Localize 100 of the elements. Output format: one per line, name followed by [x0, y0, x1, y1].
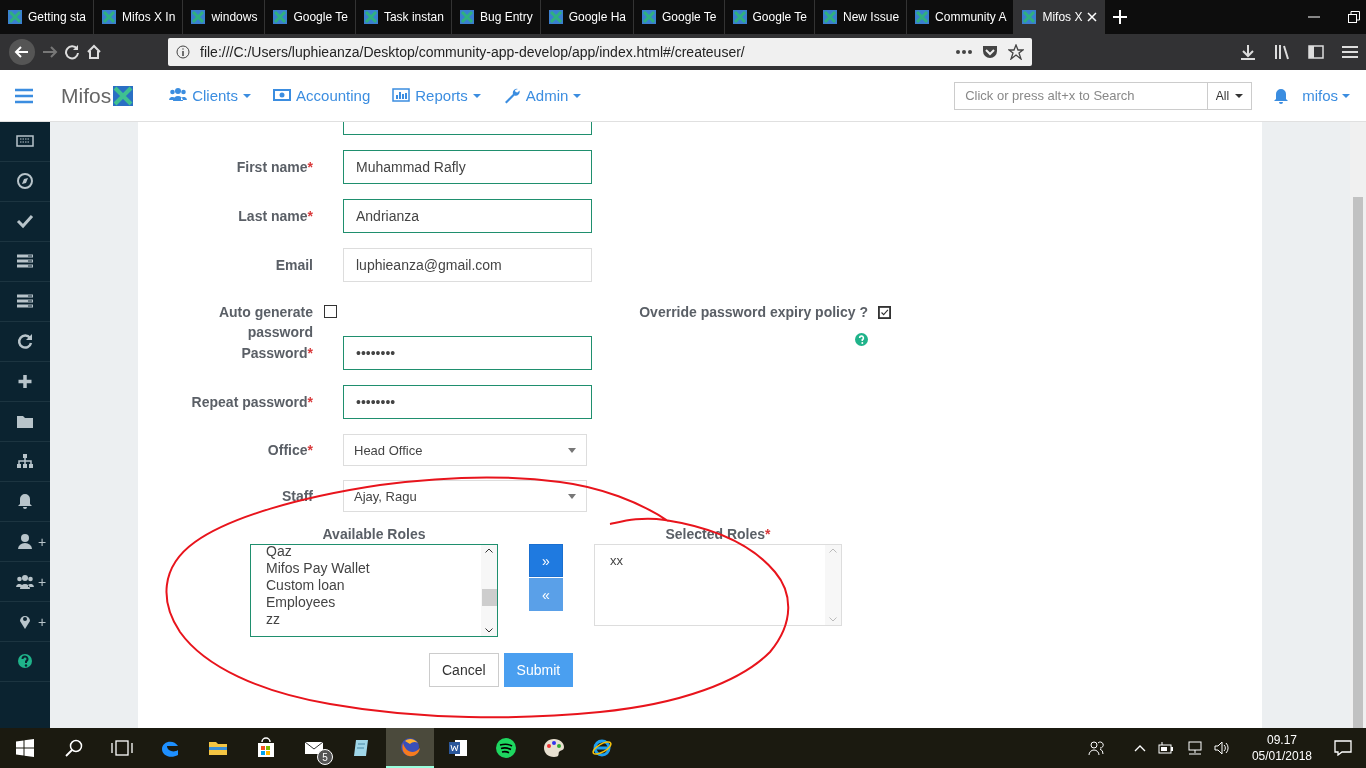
- chart-icon: [392, 87, 411, 104]
- list-option[interactable]: xx: [610, 552, 825, 569]
- people-icon[interactable]: [1087, 740, 1104, 756]
- search-field[interactable]: Click or press alt+x to Search All: [954, 81, 1253, 110]
- logo-icon: [113, 85, 134, 106]
- task-view-icon[interactable]: [111, 740, 133, 756]
- tab-favicon-icon: [731, 9, 748, 25]
- list-icon[interactable]: [16, 253, 34, 270]
- list-heading: Selected Roles*: [664, 526, 772, 542]
- scrollbar[interactable]: [1350, 122, 1366, 728]
- select-dropdown[interactable]: Head Office: [343, 434, 587, 466]
- notifications-icon[interactable]: [1334, 740, 1352, 756]
- help-icon[interactable]: [16, 653, 34, 670]
- input-field[interactable]: Andrianza: [343, 199, 592, 233]
- list-option[interactable]: Custom loan: [266, 577, 481, 594]
- list-option[interactable]: Mifos Pay Wallet: [266, 560, 481, 577]
- field-label: Password*: [240, 344, 313, 363]
- logo-text: Mifos: [61, 83, 112, 108]
- list-option[interactable]: Qaz: [266, 545, 481, 560]
- search-icon[interactable]: [65, 739, 83, 757]
- info-icon: [176, 45, 190, 59]
- palette-icon[interactable]: [543, 737, 565, 759]
- password-field[interactable]: ••••••••: [343, 336, 592, 370]
- more-actions-icon[interactable]: [956, 50, 972, 54]
- new-tab-icon[interactable]: [1113, 10, 1128, 24]
- scroll-down-icon[interactable]: [485, 628, 493, 633]
- scroll-up-icon[interactable]: [485, 548, 493, 553]
- nav-menu-link[interactable]: Reports: [392, 87, 481, 104]
- nav-menu-link[interactable]: Admin: [502, 87, 582, 104]
- star-icon[interactable]: [1008, 44, 1024, 60]
- caret-icon[interactable]: [1133, 744, 1146, 752]
- library-icon[interactable]: [1274, 44, 1290, 60]
- download-icon[interactable]: [1240, 44, 1256, 60]
- users-icon: [169, 87, 188, 104]
- tab-favicon-icon: [822, 9, 839, 25]
- cancel-button[interactable]: Cancel: [429, 653, 499, 687]
- refresh-icon[interactable]: [16, 333, 34, 350]
- forward-icon[interactable]: [42, 44, 58, 60]
- input-field[interactable]: Muhammad Rafly: [343, 150, 592, 184]
- field-label: Email: [274, 256, 313, 275]
- taskbar-clock[interactable]: 09.17 05/01/2018: [1251, 732, 1312, 764]
- list-icon[interactable]: [16, 293, 34, 310]
- tab-favicon-icon: [458, 9, 475, 25]
- check-icon[interactable]: [16, 213, 34, 230]
- tab-favicon-icon: [914, 9, 931, 25]
- nav-menu-link[interactable]: Accounting: [273, 87, 371, 104]
- users-icon[interactable]: [15, 573, 34, 590]
- pocket-icon[interactable]: [982, 45, 998, 59]
- plus-sign: +: [37, 613, 47, 630]
- store-icon[interactable]: [255, 737, 277, 759]
- folder-icon[interactable]: [16, 413, 34, 430]
- tab-favicon-icon: [362, 9, 379, 25]
- home-icon[interactable]: [86, 44, 102, 60]
- user-menu[interactable]: mifos: [1302, 87, 1350, 104]
- list-option[interactable]: zz: [266, 611, 481, 628]
- money-icon: [273, 87, 292, 104]
- document-icon[interactable]: [447, 737, 469, 759]
- checkbox[interactable]: [878, 305, 891, 319]
- battery-icon[interactable]: [1157, 742, 1174, 754]
- tab-favicon-icon: [190, 9, 207, 25]
- network-icon[interactable]: [1185, 741, 1202, 755]
- checkbox-label: Override password expiry policy ?: [639, 303, 868, 322]
- firefox-icon[interactable]: [399, 736, 421, 758]
- address-bar[interactable]: file:///C:/Users/luphieanza/Desktop/community-app-develop/app/index.html#/createuser/: [168, 38, 1032, 66]
- field-label: Repeat password*: [190, 393, 313, 412]
- plus-icon[interactable]: [16, 373, 34, 390]
- keyboard-icon[interactable]: [16, 133, 34, 150]
- tab-favicon-icon: [641, 9, 658, 25]
- help-icon[interactable]: [855, 333, 868, 346]
- list-box[interactable]: xx: [594, 544, 842, 626]
- scrollbar-thumb[interactable]: [481, 589, 497, 606]
- list-option[interactable]: Employees: [266, 594, 481, 611]
- spotify-icon[interactable]: [495, 737, 517, 759]
- volume-icon[interactable]: [1213, 741, 1230, 755]
- sitemap-icon[interactable]: [16, 453, 34, 470]
- tab-favicon-icon: [547, 9, 564, 25]
- password-field[interactable]: ••••••••: [343, 385, 592, 419]
- nav-menu-link[interactable]: Clients: [169, 87, 252, 104]
- field-label: Staff: [280, 487, 313, 506]
- windows-start-icon[interactable]: [16, 739, 34, 757]
- bell-icon[interactable]: [16, 493, 34, 510]
- input-field[interactable]: [343, 122, 592, 135]
- reload-icon[interactable]: [64, 44, 80, 60]
- browser-tab[interactable]: Mifos X: [1014, 0, 1106, 34]
- list-box[interactable]: Qaz Mifos Pay Wallet Custom loan Employees zz: [250, 544, 498, 637]
- select-dropdown[interactable]: Ajay, Ragu: [343, 480, 587, 512]
- ie-icon[interactable]: [591, 737, 613, 759]
- user-icon[interactable]: [15, 533, 34, 550]
- input-field[interactable]: luphieanza@gmail.com: [343, 248, 592, 282]
- sidebar-icon[interactable]: [1308, 44, 1324, 60]
- checkbox[interactable]: [324, 305, 337, 318]
- move-button[interactable]: »: [529, 544, 563, 577]
- field-label: Last name*: [237, 207, 313, 226]
- close-icon[interactable]: [1087, 12, 1098, 22]
- plus-sign: +: [37, 533, 47, 550]
- restore-icon[interactable]: [1348, 11, 1360, 23]
- back-icon[interactable]: [8, 38, 36, 66]
- list-heading: Available Roles: [321, 526, 427, 542]
- compass-icon[interactable]: [16, 173, 34, 190]
- scroll-up-icon: [829, 548, 837, 553]
